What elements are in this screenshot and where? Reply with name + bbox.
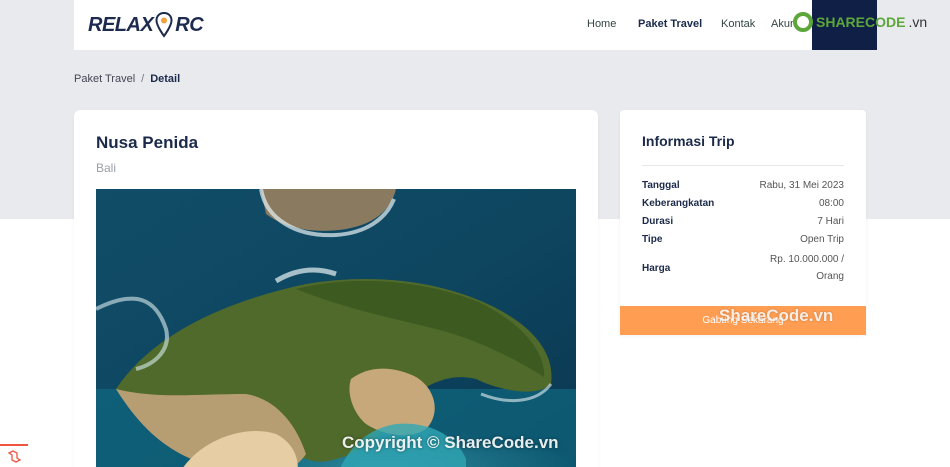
trip-title: Nusa Penida xyxy=(96,133,199,152)
price-unit: Orang xyxy=(816,271,844,282)
sharecode-icon xyxy=(793,12,813,32)
info-row-harga: Harga Rp. 10.000.000 / Orang xyxy=(642,251,844,285)
info-label: Tanggal xyxy=(642,180,680,191)
sharecode-watermark-logo: SHARECODE .vn xyxy=(793,12,927,32)
info-value-price: Rp. 10.000.000 / Orang xyxy=(770,251,844,285)
top-navbar: RELAX RC Home Paket Travel Kontak Akun xyxy=(74,0,877,50)
price-amount: Rp. 10.000.000 / xyxy=(770,254,844,265)
info-label: Harga xyxy=(642,262,671,274)
info-row-keberangkatan: Keberangkatan 08:00 xyxy=(642,198,844,209)
breadcrumb: Paket Travel / Detail xyxy=(74,73,180,85)
info-label: Durasi xyxy=(642,216,674,227)
info-value: 08:00 xyxy=(818,198,844,209)
info-row-tanggal: Tanggal Rabu, 31 Mei 2023 xyxy=(642,180,844,191)
breadcrumb-separator: / xyxy=(141,73,145,85)
sharecode-text-suffix: .vn xyxy=(908,14,928,30)
brand-name-right: RC xyxy=(175,13,204,36)
info-label: Tipe xyxy=(642,234,663,245)
info-value: Rabu, 31 Mei 2023 xyxy=(759,180,844,191)
info-divider xyxy=(642,165,844,166)
aerial-island-image xyxy=(96,189,576,467)
brand-name-left: RELAX xyxy=(88,13,154,36)
trip-detail-card: Nusa Penida Bali xyxy=(74,110,598,467)
trip-info-card: Informasi Trip Tanggal Rabu, 31 Mei 2023… xyxy=(620,110,866,335)
trip-photo xyxy=(96,189,576,467)
nav-kontak-link[interactable]: Kontak xyxy=(721,18,771,30)
info-value: Open Trip xyxy=(800,234,844,245)
info-row-tipe: Tipe Open Trip xyxy=(642,234,844,245)
breadcrumb-current: Detail xyxy=(150,73,181,85)
laravel-debug-badge[interactable] xyxy=(0,444,28,467)
info-title: Informasi Trip xyxy=(642,133,735,149)
trip-location: Bali xyxy=(96,161,117,175)
sharecode-watermark-side: ShareCode.vn xyxy=(719,306,834,325)
sharecode-text-main: SHARECODE xyxy=(816,14,906,30)
brand-logo[interactable]: RELAX RC xyxy=(88,10,204,40)
nav-home-link[interactable]: Home xyxy=(587,18,638,30)
nav-paket-travel-link[interactable]: Paket Travel xyxy=(638,18,721,30)
info-row-durasi: Durasi 7 Hari xyxy=(642,216,844,227)
nav-links: Home Paket Travel Kontak Akun xyxy=(587,18,811,30)
location-pin-icon xyxy=(155,12,173,38)
info-label: Keberangkatan xyxy=(642,198,715,209)
sharecode-watermark-bottom: Copyright © ShareCode.vn xyxy=(342,433,559,452)
info-value: 7 Hari xyxy=(817,216,844,227)
breadcrumb-parent-link[interactable]: Paket Travel xyxy=(74,73,135,85)
laravel-icon xyxy=(7,449,21,463)
